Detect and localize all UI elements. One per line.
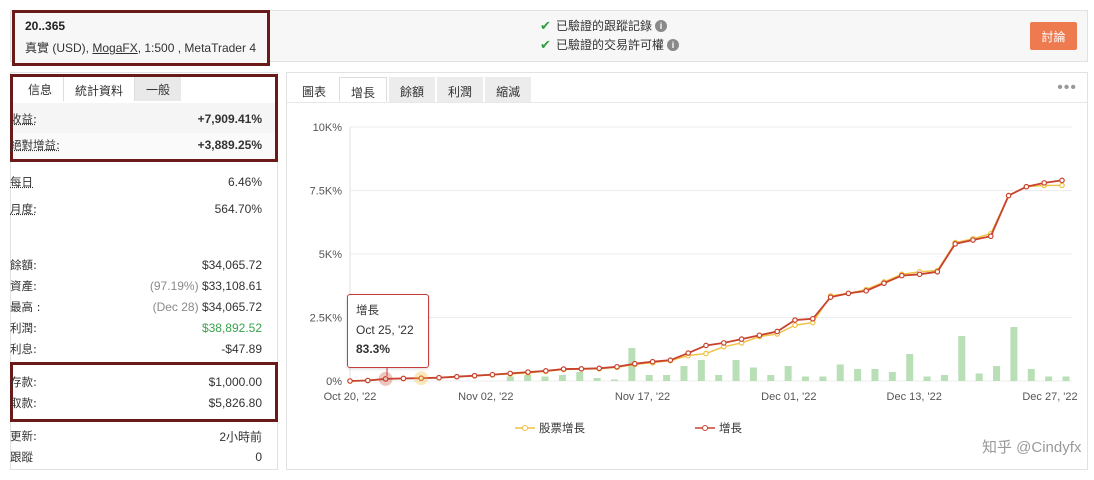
account-leverage-platform: , 1:500 , MetaTrader 4 xyxy=(137,41,256,55)
tab-chart[interactable]: 圖表 xyxy=(291,77,338,102)
legend-growth-marker xyxy=(695,425,715,431)
chart-tooltip: 增長 Oct 25, '22 83.3% xyxy=(347,294,429,368)
legend-equity-marker xyxy=(515,425,535,431)
watermark: 知乎 @Cindyfx xyxy=(982,439,1082,456)
tab-drawdown[interactable]: 縮減 xyxy=(485,77,532,102)
legend-growth[interactable]: 增長 xyxy=(695,420,742,436)
check-icon: ✔ xyxy=(540,36,551,52)
account-id: 20..365 xyxy=(25,19,66,33)
check-icon: ✔ xyxy=(540,17,551,33)
account-details: 真實 (USD), MogaFX, 1:500 , MetaTrader 4 xyxy=(25,39,257,56)
stat-highest: 最高 : (Dec 28) $34,065.72 xyxy=(10,300,262,314)
stat-equity: 資產: (97.19%) $33,108.61 xyxy=(10,279,262,293)
deposits-highlight xyxy=(10,362,278,422)
stat-balance: 餘額: $34,065.72 xyxy=(10,258,262,272)
verification-status: ✔ 已驗證的跟蹤記錄 i ✔ 已驗證的交易許可權 i xyxy=(540,16,680,54)
stat-interest: 利息: -$47.89 xyxy=(10,342,262,356)
verified-track-record: ✔ 已驗證的跟蹤記錄 i xyxy=(540,16,679,35)
tooltip-value: 83.3% xyxy=(356,342,391,356)
stat-monthly: 月度: 564.70% xyxy=(10,202,262,216)
info-icon[interactable]: i xyxy=(655,19,668,32)
stat-absolute-gain: 絕對增益: +3,889.25% xyxy=(10,138,262,152)
tab-growth[interactable]: 增長 xyxy=(339,77,388,102)
account-summary-highlight: 20..365 真實 (USD), MogaFX, 1:500 , MetaTr… xyxy=(12,10,270,66)
info-icon[interactable]: i xyxy=(667,38,680,51)
tooltip-title: 增長 xyxy=(356,303,379,317)
discuss-button[interactable]: 討論 xyxy=(1030,22,1077,50)
more-options-icon[interactable]: ••• xyxy=(1057,79,1077,97)
stat-tracking: 跟蹤 0 xyxy=(10,450,262,464)
verified-trading-privileges: ✔ 已驗證的交易許可權 i xyxy=(540,35,680,54)
stat-gain: 收益: +7,909.41% xyxy=(10,112,262,126)
chart-panel: 圖表 增長 餘額 利潤 縮減 ••• xyxy=(286,72,1088,470)
stat-profit: 利潤: $38,892.52 xyxy=(10,321,262,335)
stat-withdrawals: 取款: $5,826.80 xyxy=(10,396,262,410)
broker-link[interactable]: MogaFX xyxy=(92,41,137,55)
stat-daily: 每日 6.46% xyxy=(10,175,262,189)
tab-profit[interactable]: 利潤 xyxy=(437,77,484,102)
tab-balance[interactable]: 餘額 xyxy=(389,77,436,102)
tooltip-date: Oct 25, '22 xyxy=(356,323,414,337)
stat-deposits: 存款: $1,000.00 xyxy=(10,375,262,389)
account-type: 真實 (USD), xyxy=(25,41,89,55)
legend-equity-growth[interactable]: 股票增長 xyxy=(515,420,585,436)
chart-tabs: 圖表 增長 餘額 利潤 縮減 xyxy=(287,73,1087,103)
stat-updated: 更新: 2小時前 xyxy=(10,429,262,444)
